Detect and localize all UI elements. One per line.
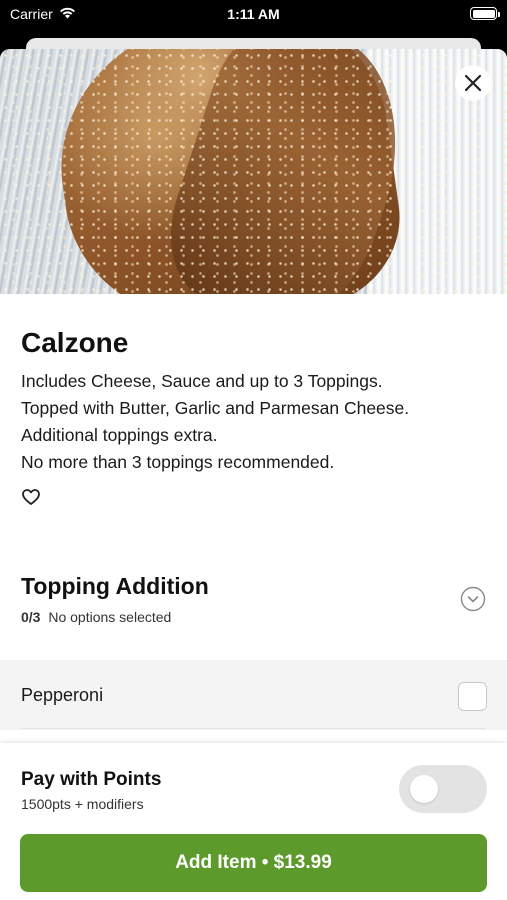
modifier-group-title: Topping Addition	[21, 573, 209, 599]
description-line: Topped with Butter, Garlic and Parmesan …	[21, 398, 410, 418]
heart-icon	[22, 489, 40, 505]
item-description: Includes Cheese, Sauce and up to 3 Toppi…	[21, 368, 491, 476]
toggle-knob	[410, 775, 438, 803]
close-icon	[464, 74, 482, 92]
chevron-down-circle-icon	[460, 586, 486, 612]
close-button[interactable]	[455, 65, 491, 101]
description-line: No more than 3 toppings recommended.	[21, 452, 335, 472]
checkout-panel: Pay with Points 1500pts + modifiers Add …	[0, 743, 507, 900]
expand-toggle[interactable]	[460, 586, 486, 612]
pay-with-points-toggle[interactable]	[399, 765, 487, 813]
item-photo	[0, 49, 507, 294]
add-item-button[interactable]: Add Item • $13.99	[20, 834, 487, 892]
description-line: Includes Cheese, Sauce and up to 3 Toppi…	[21, 371, 383, 391]
item-detail-sheet: Calzone Includes Cheese, Sauce and up to…	[0, 49, 507, 900]
description-line: Additional toppings extra.	[21, 425, 218, 445]
selection-status: No options selected	[48, 609, 172, 625]
option-checkbox[interactable]	[458, 682, 487, 711]
option-label: Pepperoni	[21, 685, 104, 705]
favorite-button[interactable]	[21, 487, 41, 507]
divider	[21, 728, 486, 729]
battery-icon	[470, 7, 500, 20]
selection-count: 0/3	[21, 609, 41, 625]
points-subtitle: 1500pts + modifiers	[21, 796, 144, 812]
item-title: Calzone	[21, 327, 129, 358]
status-time: 1:11 AM	[227, 6, 280, 22]
modifier-group-status: 0/3 No options selected	[21, 609, 171, 625]
points-title: Pay with Points	[21, 769, 162, 790]
status-bar: Carrier 1:11 AM	[0, 0, 507, 30]
option-row-pepperoni[interactable]: Pepperoni	[0, 660, 507, 730]
